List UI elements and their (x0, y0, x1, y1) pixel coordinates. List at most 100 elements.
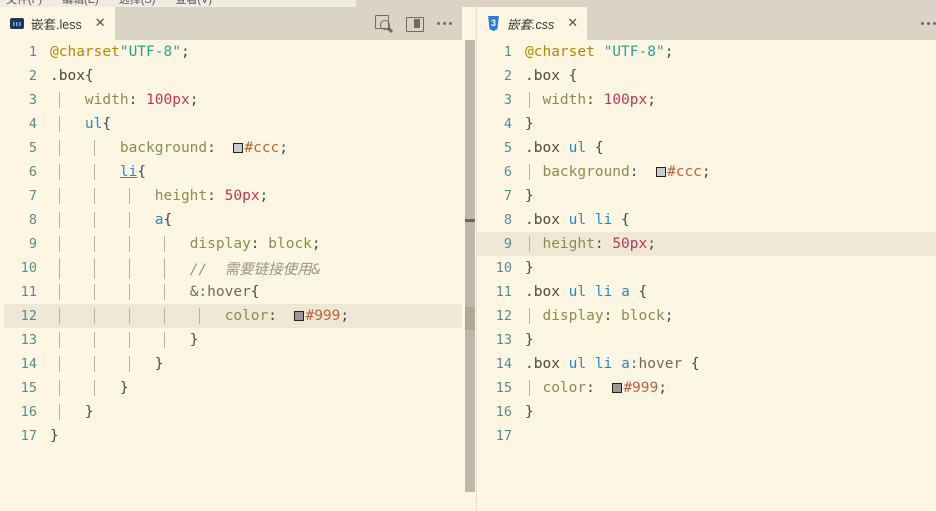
code-line[interactable]: 15 color: #999; (477, 376, 936, 400)
line-content: } (525, 404, 936, 420)
code-line[interactable]: 14 } (4, 352, 462, 376)
tab-bar-left: 嵌套.less ✕ (0, 7, 462, 40)
token-tag: ul (568, 140, 587, 156)
code-line-active[interactable]: 12 color: #999; (4, 304, 462, 328)
line-number: 8 (503, 212, 512, 228)
token-tag: a (621, 284, 630, 300)
code-line[interactable]: 9 display: block; (4, 232, 462, 256)
code-line[interactable]: 6 li{ (4, 160, 462, 184)
color-swatch-icon[interactable] (655, 167, 666, 177)
token-brace: } (50, 428, 59, 444)
code-line[interactable]: 16 } (4, 400, 462, 424)
code-line[interactable]: 5 background: #ccc; (4, 136, 462, 160)
token-semicolon: ; (340, 308, 350, 324)
code-line[interactable]: 17 (477, 424, 936, 448)
code-line[interactable]: 10 } (477, 256, 936, 280)
line-number: 7 (28, 188, 37, 204)
token-selector: .box { (525, 68, 578, 84)
token-property: display (542, 308, 604, 324)
token-comment: // 需要链接使用& (189, 261, 321, 278)
code-line[interactable]: 6 background: #ccc; (477, 160, 936, 184)
tab-less-file[interactable]: 嵌套.less ✕ (0, 7, 115, 40)
code-editor-less[interactable]: 1 @charset"UTF-8"; 2 .box{ 3 width: 100p… (0, 40, 462, 511)
token-selector: .box{ (50, 68, 94, 84)
token-color-value: #ccc (244, 140, 280, 156)
code-line[interactable]: 13 } (4, 328, 462, 352)
code-line[interactable]: 14 .box ul li a:hover { (477, 352, 936, 376)
token-value: 100px (603, 92, 648, 108)
code-line[interactable]: 2 .box{ (4, 64, 462, 88)
code-line[interactable]: 7 } (477, 184, 936, 208)
token-brace: } (525, 332, 534, 348)
close-icon[interactable]: ✕ (95, 17, 106, 30)
token-selector: &:hover (189, 284, 251, 300)
line-content: @charset"UTF-8"; (50, 44, 462, 60)
token-brace: } (154, 356, 164, 372)
token-property: color (542, 380, 587, 396)
code-line[interactable]: 17 } (4, 424, 462, 448)
token-selector: .box (525, 284, 569, 300)
title-bar-drag-region (356, 0, 936, 7)
split-editor-icon[interactable] (406, 15, 424, 32)
code-line[interactable]: 1 @charset "UTF-8"; (477, 40, 936, 64)
token-colon: : (128, 92, 147, 108)
code-line[interactable]: 11 &:hover{ (4, 280, 462, 304)
code-line[interactable]: 5 .box ul { (477, 136, 936, 160)
editor-splitter[interactable] (462, 7, 477, 511)
line-number: 16 (20, 404, 37, 420)
code-line[interactable]: 12 display: block; (477, 304, 936, 328)
token-tag: li (594, 212, 613, 228)
token-property: background (542, 164, 630, 180)
line-number: 4 (28, 116, 37, 132)
menu-item-select[interactable]: 选择(S) (119, 0, 156, 7)
color-swatch-icon[interactable] (233, 143, 244, 153)
token-brace: } (84, 404, 94, 420)
code-line[interactable]: 2 .box { (477, 64, 936, 88)
token-string: "UTF-8" (603, 44, 665, 60)
menu-item-edit[interactable]: 编辑(E) (62, 0, 99, 7)
more-actions-icon[interactable] (921, 15, 936, 32)
code-line[interactable]: 7 height: 50px; (4, 184, 462, 208)
line-number: 11 (495, 284, 512, 300)
tab-css-file[interactable]: 嵌套.css ✕ (477, 7, 588, 40)
token-brace: } (119, 380, 129, 396)
menu-item-file[interactable]: 文件(F) (6, 0, 42, 7)
token-value: 50px (224, 188, 260, 204)
line-content: } (50, 380, 462, 396)
menu-item-view[interactable]: 查看(V) (175, 0, 212, 7)
token-atrule: @charset (50, 44, 120, 60)
tab-bar-right: 嵌套.css ✕ (477, 7, 936, 40)
code-line[interactable]: 11 .box ul li a { (477, 280, 936, 304)
token-brace: } (525, 260, 534, 276)
code-line[interactable]: 15 } (4, 376, 462, 400)
color-swatch-icon[interactable] (294, 311, 305, 321)
line-content: @charset "UTF-8"; (525, 44, 936, 60)
code-line[interactable]: 3 width: 100px; (477, 88, 936, 112)
code-line[interactable]: 16 } (477, 400, 936, 424)
color-swatch-icon[interactable] (612, 383, 623, 393)
more-actions-icon[interactable] (437, 15, 452, 32)
code-line[interactable]: 8 a{ (4, 208, 462, 232)
token-colon: : (594, 236, 613, 252)
scrollbar-thumb[interactable] (465, 40, 475, 492)
code-line[interactable]: 13 } (477, 328, 936, 352)
css3-file-icon (488, 16, 499, 31)
code-line[interactable]: 8 .box ul li { (477, 208, 936, 232)
code-line[interactable]: 1 @charset"UTF-8"; (4, 40, 462, 64)
token-brace: } (525, 116, 534, 132)
token-tag: a (154, 212, 164, 228)
token-colon: : (586, 380, 613, 396)
code-editor-css[interactable]: 1 @charset "UTF-8"; 2 .box { 3 width: 10… (477, 40, 936, 511)
code-line[interactable]: 4 } (477, 112, 936, 136)
open-preview-icon[interactable] (375, 15, 392, 32)
code-line[interactable]: 4 ul{ (4, 112, 462, 136)
code-line[interactable]: 3 width: 100px; (4, 88, 462, 112)
line-content: } (525, 116, 936, 132)
code-line-active[interactable]: 9 height: 50px; (477, 232, 936, 256)
line-number: 9 (503, 236, 512, 252)
close-icon[interactable]: ✕ (567, 17, 578, 30)
token-semicolon: ; (647, 236, 656, 252)
line-number: 3 (503, 92, 512, 108)
code-line[interactable]: 10 // 需要链接使用& (4, 256, 462, 280)
